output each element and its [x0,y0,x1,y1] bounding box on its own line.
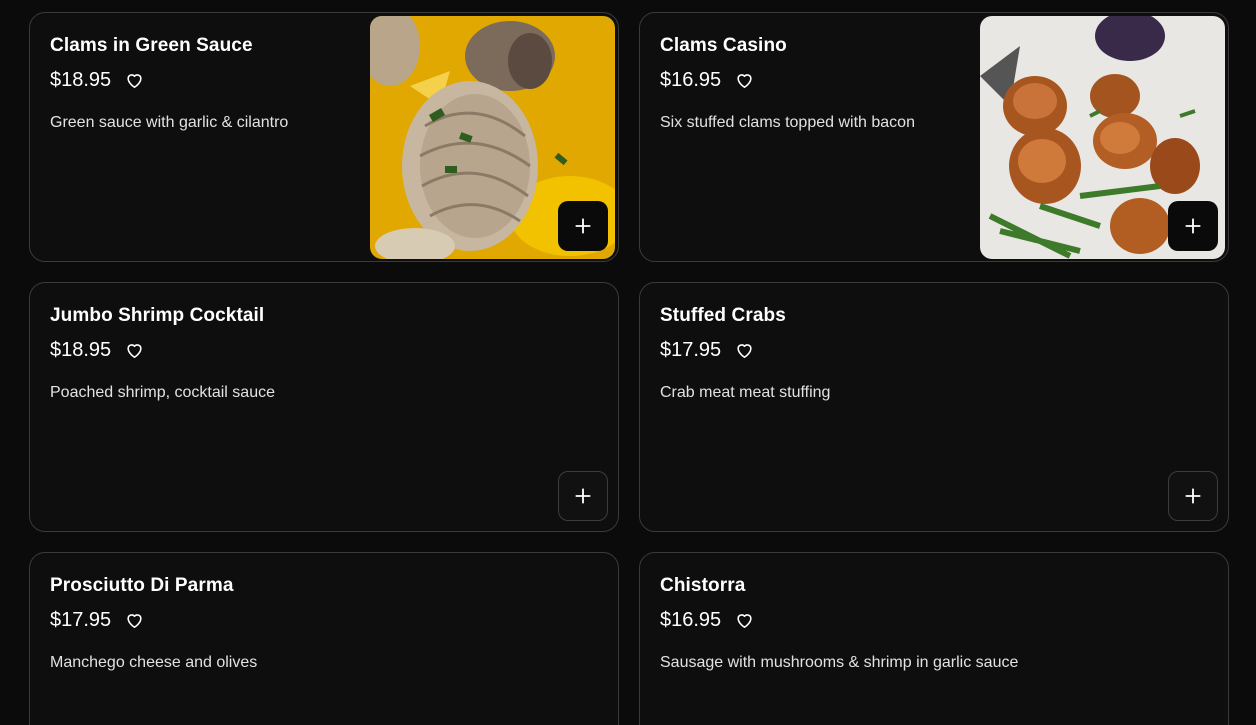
item-price: $16.95 [660,69,722,91]
menu-item-card[interactable]: Clams in Green Sauce $18.95 Green sauce … [29,12,619,262]
item-title: Chistorra [660,575,746,596]
add-to-cart-button[interactable] [1168,471,1218,521]
heart-icon[interactable] [124,71,144,91]
menu-item-card[interactable]: Jumbo Shrimp Cocktail $18.95 Poached shr… [29,282,619,532]
price-row: $17.95 [50,609,144,632]
heart-icon[interactable] [734,341,754,361]
price-row: $17.95 [660,339,754,362]
heart-icon[interactable] [734,611,754,631]
item-description: Manchego cheese and olives [50,654,258,671]
price-row: $18.95 [50,339,144,362]
menu-item-card[interactable]: Clams Casino $16.95 Six stuffed clams to… [639,12,1229,262]
item-title: Clams in Green Sauce [50,35,253,56]
add-to-cart-button[interactable] [1168,201,1218,251]
item-price: $18.95 [50,339,112,361]
item-title: Stuffed Crabs [660,305,786,326]
item-title: Clams Casino [660,35,787,56]
plus-icon [1185,218,1201,234]
heart-icon[interactable] [124,611,144,631]
item-description: Crab meat meat stuffing [660,384,831,401]
heart-icon[interactable] [734,71,754,91]
plus-icon [1185,488,1201,504]
item-price: $17.95 [660,339,722,361]
add-to-cart-button[interactable] [558,471,608,521]
item-description: Sausage with mushrooms & shrimp in garli… [660,654,1019,671]
add-to-cart-button[interactable] [558,201,608,251]
item-description: Poached shrimp, cocktail sauce [50,384,275,401]
price-row: $16.95 [660,609,754,632]
menu-item-card[interactable]: Chistorra $16.95 Sausage with mushrooms … [639,552,1229,725]
menu-grid: Clams in Green Sauce $18.95 Green sauce … [0,0,1256,725]
item-price: $17.95 [50,609,112,631]
item-title: Prosciutto Di Parma [50,575,234,596]
item-title: Jumbo Shrimp Cocktail [50,305,265,326]
item-price: $18.95 [50,69,112,91]
plus-icon [575,218,591,234]
menu-item-card[interactable]: Stuffed Crabs $17.95 Crab meat meat stuf… [639,282,1229,532]
item-description: Green sauce with garlic & cilantro [50,114,289,131]
menu-item-card[interactable]: Prosciutto Di Parma $17.95 Manchego chee… [29,552,619,725]
price-row: $16.95 [660,69,754,92]
plus-icon [575,488,591,504]
heart-icon[interactable] [124,341,144,361]
item-price: $16.95 [660,609,722,631]
item-description: Six stuffed clams topped with bacon [660,114,915,131]
price-row: $18.95 [50,69,144,92]
